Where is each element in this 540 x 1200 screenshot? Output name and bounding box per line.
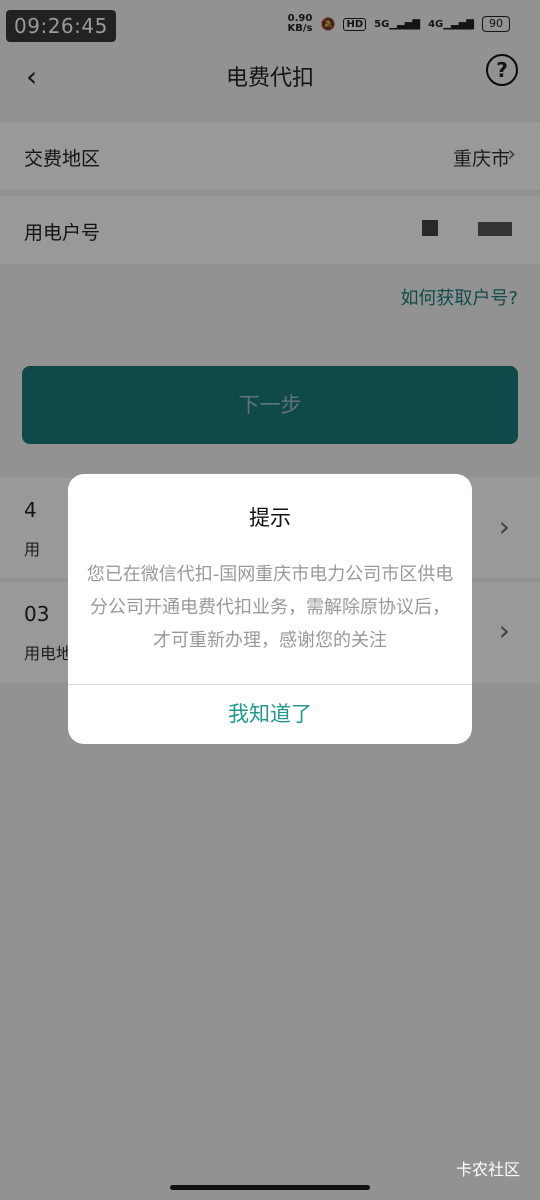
dialog-message: 您已在微信代扣-国网重庆市电力公司市区供电分公司开通电费代扣业务，需解除原协议后…	[86, 564, 454, 651]
watermark: 卡农社区	[455, 1160, 520, 1179]
dialog-confirm-button[interactable]: 我知道了	[68, 685, 472, 744]
home-indicator[interactable]	[170, 1185, 370, 1190]
dialog-title: 提示	[249, 506, 291, 530]
alert-dialog: 提示 您已在微信代扣-国网重庆市电力公司市区供电分公司开通电费代扣业务，需解除原…	[68, 474, 472, 744]
